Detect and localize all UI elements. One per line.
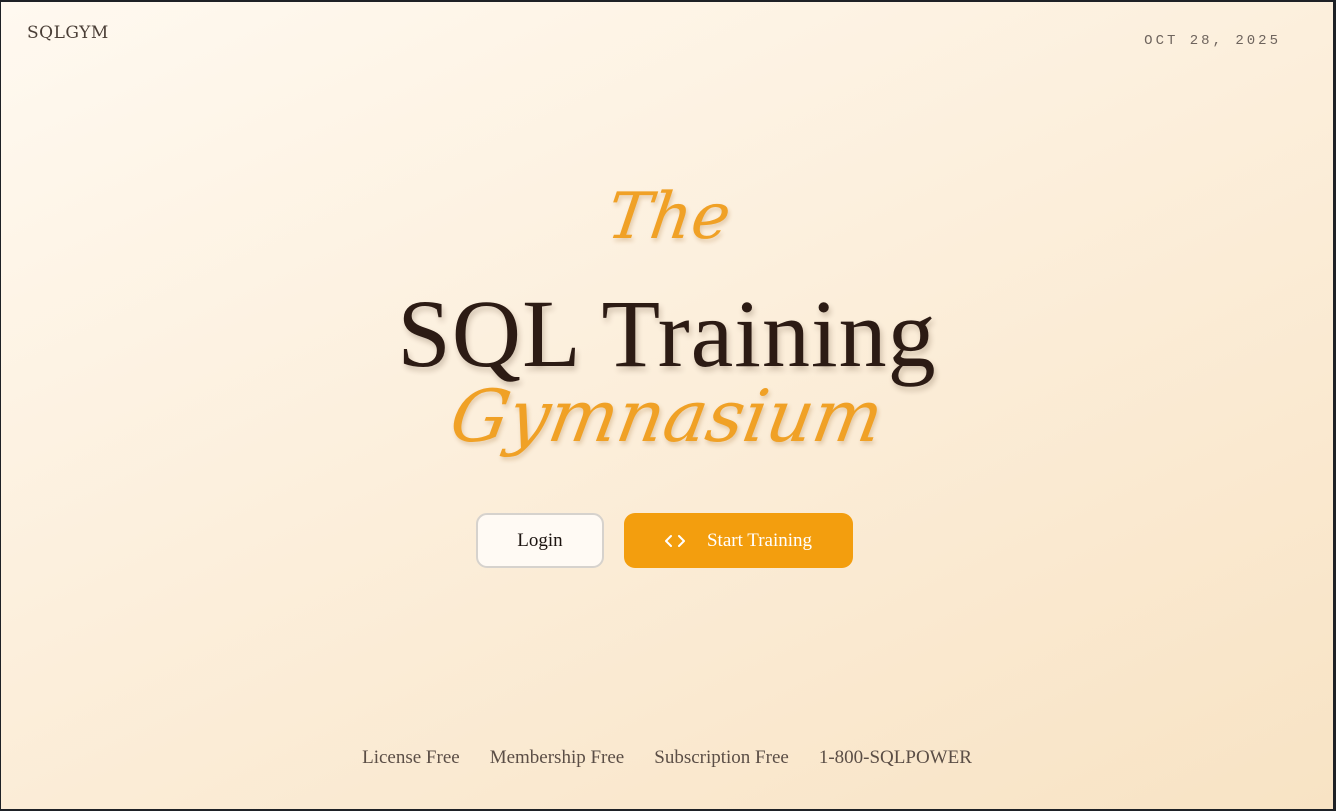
login-button[interactable]: Login bbox=[476, 513, 604, 568]
hero-the: The bbox=[602, 180, 736, 254]
start-training-label: Start Training bbox=[706, 529, 813, 551]
footer-item-subscription: Subscription Free bbox=[654, 747, 789, 768]
login-button-label: Login bbox=[517, 529, 563, 551]
current-date: OCT 28, 2025 bbox=[1144, 33, 1281, 49]
landing-page: SQLGYM OCT 28, 2025 The SQL Training Gym… bbox=[1, 2, 1333, 809]
hero-subtitle: Gymnasium bbox=[444, 374, 890, 458]
hero-title: SQL Training bbox=[397, 280, 937, 387]
footer-features: License Free Membership Free Subscriptio… bbox=[1, 747, 1333, 769]
footer-item-membership: Membership Free bbox=[489, 747, 625, 768]
footer-item-phone: 1-800-SQLPOWER bbox=[818, 747, 972, 768]
brand-logo-text[interactable]: SQLGYM bbox=[27, 23, 109, 43]
footer-item-license: License Free bbox=[362, 747, 460, 768]
code-brackets-icon bbox=[664, 534, 685, 548]
start-training-button[interactable]: Start Training bbox=[624, 513, 853, 568]
